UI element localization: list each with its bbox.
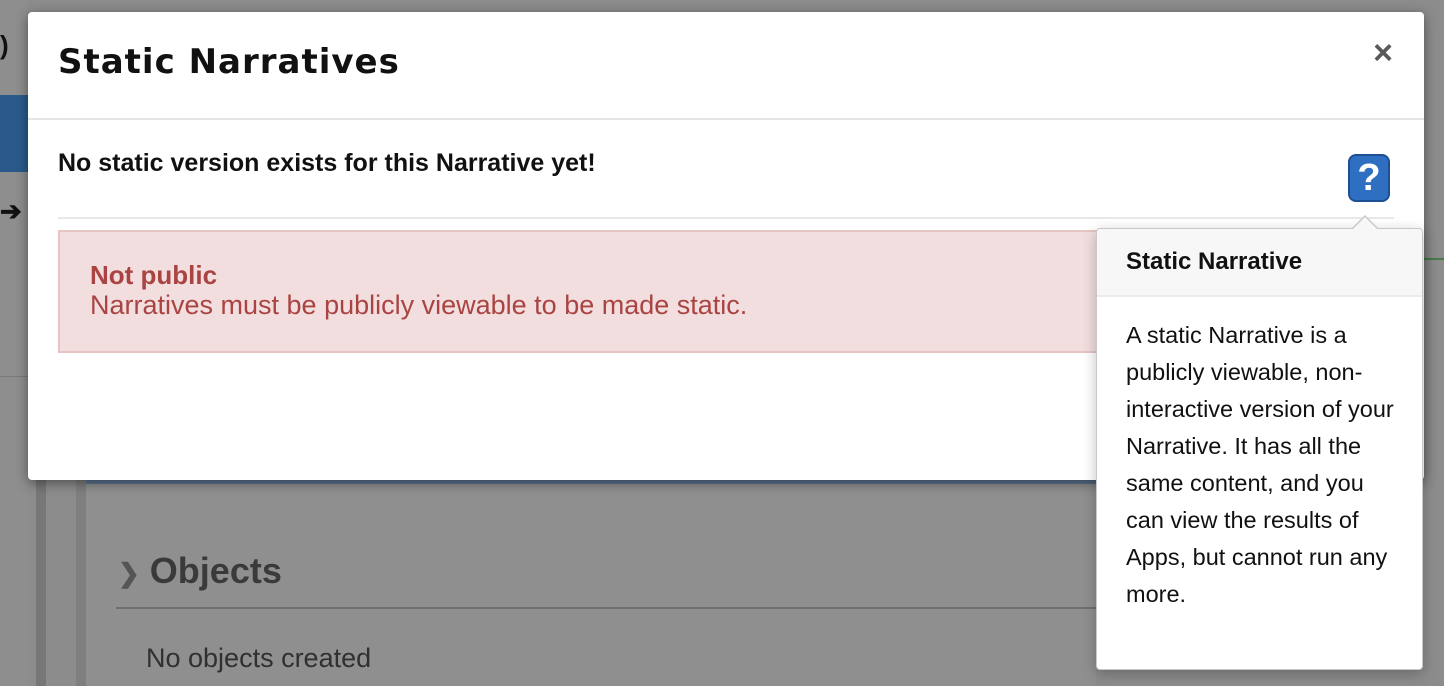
background-paren-text: ) xyxy=(0,30,9,60)
popover-body: A static Narrative is a publicly viewabl… xyxy=(1126,322,1394,607)
background-column xyxy=(36,480,46,686)
background-divider xyxy=(0,376,28,377)
background-accent-line xyxy=(1422,258,1444,260)
help-icon[interactable]: ? xyxy=(1348,154,1390,202)
alert-message: Narratives must be publicly viewable to … xyxy=(90,290,748,320)
modal-title: Static Narratives xyxy=(58,42,400,82)
chevron-down-icon: ❯ xyxy=(118,557,140,588)
modal-header: Static Narratives × xyxy=(28,12,1424,120)
popover-header: Static Narrative xyxy=(1097,229,1422,297)
objects-heading: Objects xyxy=(149,550,282,591)
no-objects-text: No objects created xyxy=(146,643,372,673)
help-popover: Static Narrative A static Narrative is a… xyxy=(1096,215,1423,670)
alert-title: Not public xyxy=(90,260,218,290)
background-column xyxy=(76,480,86,686)
background-blue-block xyxy=(0,95,28,172)
objects-divider xyxy=(116,607,1096,609)
close-button[interactable]: × xyxy=(1368,36,1398,70)
popover-title: Static Narrative xyxy=(1126,248,1303,275)
background-arrow-icon: ➔ xyxy=(0,196,22,226)
not-public-alert: Not public Narratives must be publicly v… xyxy=(58,230,1098,353)
objects-section-header: ❯ Objects xyxy=(118,550,282,592)
modal-subheading: No static version exists for this Narrat… xyxy=(58,149,596,177)
modal-divider xyxy=(58,217,1394,219)
popover-arrow-inner xyxy=(1352,217,1378,230)
